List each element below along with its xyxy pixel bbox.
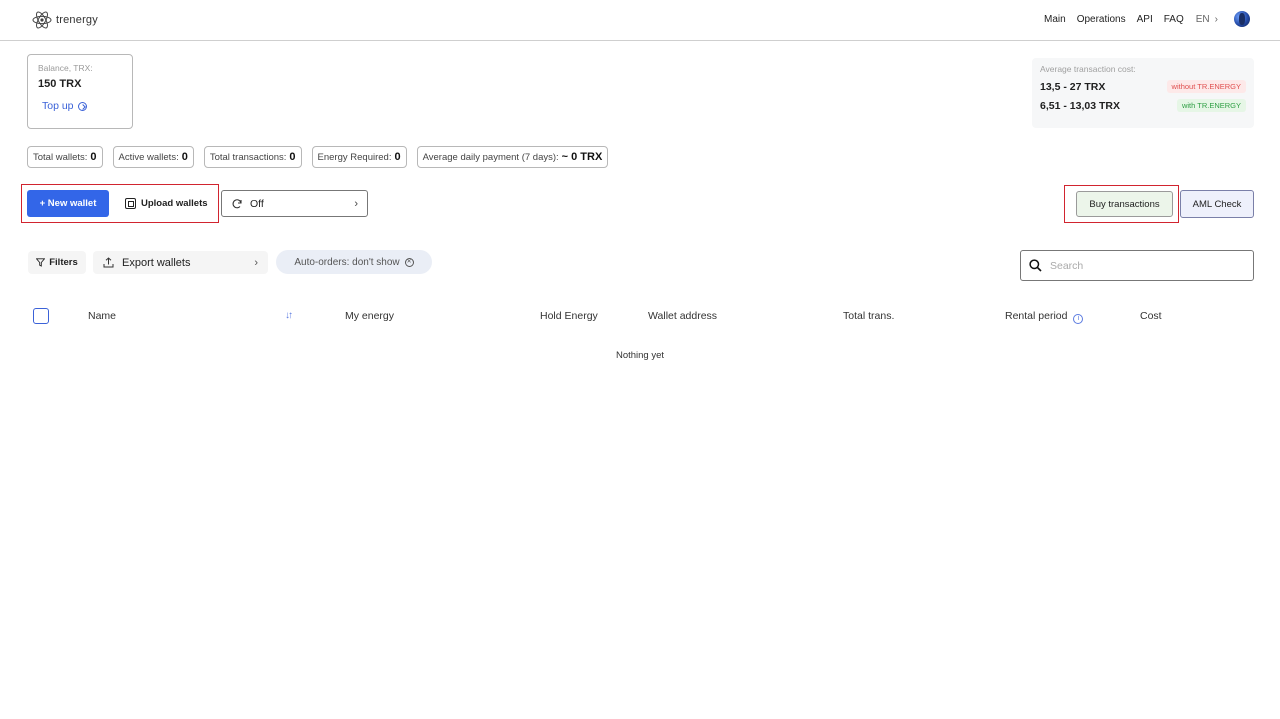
new-wallet-button[interactable]: + New wallet bbox=[27, 190, 109, 217]
sort-icon[interactable]: ↓↑ bbox=[285, 310, 293, 321]
top-up-label: Top up bbox=[42, 100, 74, 112]
stats-row: Total wallets: 0 Active wallets: 0 Total… bbox=[27, 146, 609, 168]
stat-value: ~ 0 TRX bbox=[561, 151, 603, 163]
cost-row-without: 13,5 - 27 TRX without TR.ENERGY bbox=[1040, 80, 1246, 93]
search-input[interactable] bbox=[1050, 259, 1240, 272]
stat-average-daily-payment: Average daily payment (7 days): ~ 0 TRX bbox=[416, 146, 609, 168]
filter-icon bbox=[36, 258, 46, 267]
stat-energy-required: Energy Required: 0 bbox=[311, 146, 407, 168]
export-wallets-label: Export wallets bbox=[122, 256, 191, 269]
stat-label: Average daily payment (7 days): bbox=[422, 151, 559, 163]
column-name: Name bbox=[88, 310, 117, 322]
stat-label: Energy Required: bbox=[317, 151, 392, 163]
auto-orders-label: Auto-orders: don't show bbox=[294, 256, 400, 268]
chevron-right-icon: › bbox=[254, 256, 258, 269]
select-all-checkbox[interactable] bbox=[33, 308, 49, 324]
nav-main[interactable]: Main bbox=[1044, 14, 1066, 25]
auto-mode-select[interactable]: Off › bbox=[221, 190, 368, 217]
stat-label: Total wallets: bbox=[33, 151, 88, 163]
filters-label: Filters bbox=[49, 257, 78, 268]
column-my-energy: My energy bbox=[345, 310, 395, 322]
stat-value: 0 bbox=[394, 151, 401, 163]
cost-row-with: 6,51 - 13,03 TRX with TR.ENERGY bbox=[1040, 99, 1246, 112]
stat-label: Active wallets: bbox=[118, 151, 179, 163]
upload-wallets-label: Upload wallets bbox=[141, 198, 208, 209]
stat-value: 0 bbox=[181, 151, 188, 163]
wallets-table-header: Name ↓↑ My energy Hold Energy Wallet add… bbox=[0, 306, 1280, 326]
stat-label: Total transactions: bbox=[209, 151, 287, 163]
export-wallets-button[interactable]: Export wallets › bbox=[93, 251, 268, 274]
chevron-right-icon: › bbox=[354, 197, 358, 210]
top-up-link[interactable]: Top up bbox=[42, 100, 122, 112]
stat-active-wallets: Active wallets: 0 bbox=[112, 146, 194, 168]
balance-card: Balance, TRX: 150 TRX Top up bbox=[27, 54, 133, 129]
top-header: trenergy Main Operations API FAQ EN › bbox=[0, 0, 1280, 41]
column-cost: Cost bbox=[1140, 310, 1162, 322]
cost-value-with: 6,51 - 13,03 TRX bbox=[1040, 99, 1120, 112]
nav-operations[interactable]: Operations bbox=[1077, 14, 1126, 25]
column-wallet-address: Wallet address bbox=[648, 310, 718, 322]
column-hold-energy: Hold Energy bbox=[540, 310, 598, 322]
logo[interactable]: trenergy bbox=[32, 10, 98, 30]
upload-icon bbox=[103, 257, 114, 268]
column-total-trans: Total trans. bbox=[843, 310, 895, 322]
close-circle-icon[interactable]: ✕ bbox=[404, 257, 414, 267]
chevron-right-icon: › bbox=[1214, 13, 1218, 25]
stat-value: 0 bbox=[90, 151, 97, 163]
balance-value: 150 TRX bbox=[38, 78, 82, 90]
filters-button[interactable]: Filters bbox=[28, 251, 86, 274]
auto-orders-filter-chip[interactable]: Auto-orders: don't show ✕ bbox=[276, 250, 432, 274]
search-icon bbox=[1029, 259, 1042, 272]
empty-state-text: Nothing yet bbox=[615, 350, 665, 361]
avatar[interactable] bbox=[1234, 11, 1250, 27]
logo-text: trenergy bbox=[56, 14, 98, 26]
language-selector[interactable]: EN › bbox=[1196, 14, 1218, 25]
without-badge: without TR.ENERGY bbox=[1166, 80, 1246, 93]
arrow-circle-icon bbox=[77, 101, 87, 111]
average-cost-label: Average transaction cost: bbox=[1040, 64, 1136, 74]
nav-faq[interactable]: FAQ bbox=[1164, 14, 1184, 25]
info-icon[interactable]: i bbox=[1073, 314, 1084, 324]
language-label: EN bbox=[1195, 13, 1210, 25]
atom-logo-icon bbox=[32, 11, 52, 29]
refresh-icon bbox=[232, 198, 242, 208]
buy-transactions-button[interactable]: Buy transactions bbox=[1076, 191, 1173, 217]
stat-total-wallets: Total wallets: 0 bbox=[27, 146, 103, 168]
main-nav: Main Operations API FAQ EN › bbox=[1033, 11, 1250, 27]
nav-api[interactable]: API bbox=[1137, 14, 1153, 25]
upload-file-icon bbox=[125, 198, 136, 209]
upload-wallets-button[interactable]: Upload wallets bbox=[120, 190, 212, 217]
column-rental-period: Rental period i bbox=[1005, 310, 1084, 324]
search-box bbox=[1020, 250, 1254, 281]
aml-check-button[interactable]: AML Check bbox=[1180, 190, 1254, 218]
stat-total-transactions: Total transactions: 0 bbox=[203, 146, 302, 168]
cost-value-without: 13,5 - 27 TRX bbox=[1040, 80, 1106, 93]
balance-label: Balance, TRX: bbox=[38, 63, 93, 73]
with-badge: with TR.ENERGY bbox=[1176, 99, 1246, 112]
average-cost-panel: Average transaction cost: 13,5 - 27 TRX … bbox=[1032, 58, 1254, 128]
rental-period-label: Rental period bbox=[1005, 310, 1068, 322]
auto-mode-value: Off bbox=[250, 197, 264, 210]
stat-value: 0 bbox=[289, 151, 296, 163]
